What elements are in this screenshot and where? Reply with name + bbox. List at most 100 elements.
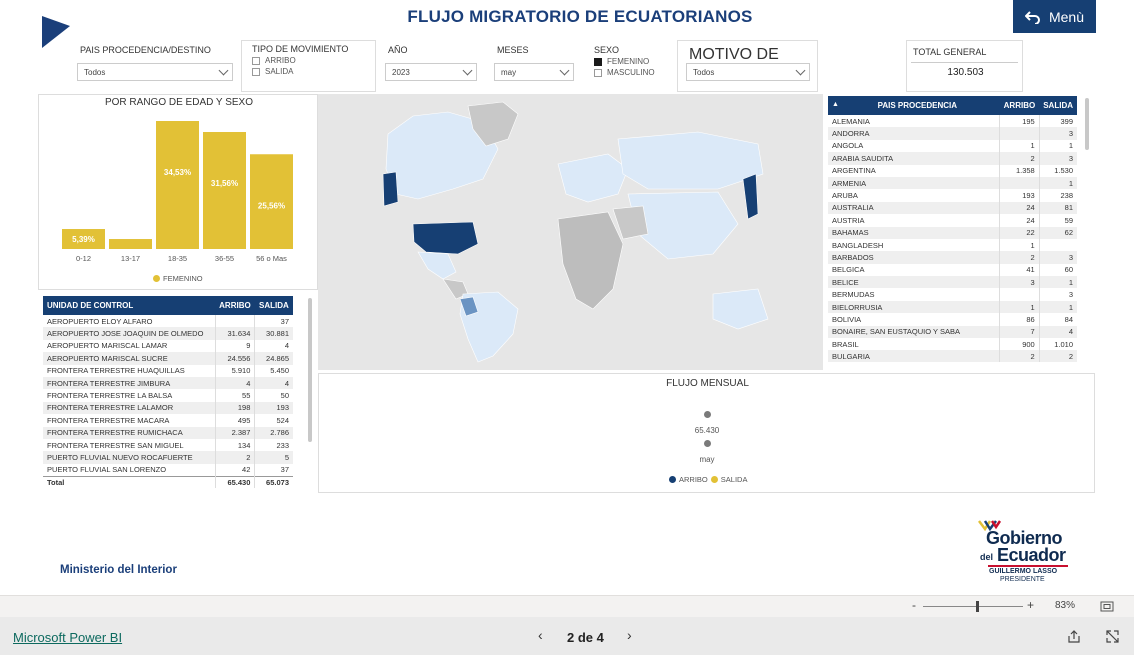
row-label: ARUBA — [832, 191, 858, 201]
row-salida: 50 — [254, 389, 293, 402]
fullscreen-icon[interactable] — [1106, 630, 1119, 643]
table-row[interactable]: BONAIRE, SAN EUSTAQUIO Y SABA 7 4 — [828, 325, 1077, 339]
map-russia[interactable] — [617, 131, 764, 190]
table-row[interactable]: FRONTERA TERRESTRE RUMICHACA 2.387 2.786 — [43, 426, 293, 439]
table-row[interactable]: FRONTERA TERRESTRE MACARA 495 524 — [43, 414, 293, 427]
world-map[interactable] — [318, 94, 823, 370]
fit-page-icon[interactable] — [1100, 601, 1114, 612]
col-unidad[interactable]: UNIDAD DE CONTROL — [43, 296, 215, 315]
total-label: TOTAL GENERAL — [913, 47, 987, 57]
anio-dropdown[interactable]: 2023 — [385, 63, 477, 81]
pais-dropdown[interactable]: Todos — [77, 63, 233, 81]
sexo-option-femenino[interactable]: FEMENINO — [594, 57, 655, 66]
sexo-option-masculino[interactable]: MASCULINO — [594, 68, 655, 77]
map-usa[interactable] — [412, 221, 479, 255]
table-row[interactable]: PUERTO FLUVIAL NUEVO ROCAFUERTE 2 5 — [43, 451, 293, 464]
row-arribo: 3 — [999, 276, 1040, 289]
table-row[interactable]: PUERTO FLUVIAL SAN LORENZO 42 37 — [43, 463, 293, 477]
row-label: FRONTERA TERRESTRE MACARA — [47, 415, 170, 425]
table-row[interactable]: FRONTERA TERRESTRE HUAQUILLAS 5.910 5.450 — [43, 364, 293, 377]
tipo-option-salida[interactable]: SALIDA — [252, 67, 365, 76]
table-row[interactable]: ARMENIA 1 — [828, 176, 1077, 190]
row-label: ANDORRA — [828, 127, 1000, 140]
pais-slicer-label: PAIS PROCEDENCIA/DESTINO — [80, 45, 211, 55]
flujo-point-arribo[interactable] — [704, 411, 711, 418]
prev-page-icon[interactable]: ‹ — [538, 627, 543, 643]
meses-slicer-label: MESES — [497, 45, 529, 55]
row-label: AEROPUERTO ELOY ALFARO — [47, 316, 153, 326]
zoom-in-button[interactable]: + — [1027, 598, 1034, 612]
menu-button[interactable]: Menù — [1013, 0, 1096, 33]
meses-dropdown[interactable]: may — [494, 63, 574, 81]
row-arribo: 24 — [999, 201, 1040, 215]
col-salida[interactable]: SALIDA — [1039, 96, 1077, 115]
map-mexico[interactable] — [417, 251, 457, 280]
table-row[interactable]: BELGICA 41 60 — [828, 263, 1077, 277]
row-label: BANGLADESH — [832, 240, 884, 250]
row-arribo: 134 — [214, 438, 255, 452]
age-bar[interactable] — [109, 239, 152, 249]
table-row[interactable]: BULGARIA 2 2 — [828, 350, 1077, 362]
table-row[interactable]: FRONTERA TERRESTRE SAN MIGUEL 134 233 — [43, 438, 293, 452]
table-row[interactable]: ARGENTINA 1.358 1.530 — [828, 164, 1077, 177]
table-row[interactable]: ANDORRA 3 — [828, 127, 1077, 140]
table-row[interactable]: BOLIVIA 86 84 — [828, 313, 1077, 326]
zoom-slider-track[interactable] — [923, 606, 1023, 607]
row-label: PUERTO FLUVIAL SAN LORENZO — [47, 465, 167, 475]
table-row[interactable]: AUSTRIA 24 59 — [828, 214, 1077, 227]
table-row[interactable]: BELICE 3 1 — [828, 276, 1077, 289]
row-arribo: 7 — [999, 325, 1040, 339]
next-page-icon[interactable]: › — [627, 627, 632, 643]
age-bar[interactable] — [203, 132, 246, 249]
powerbi-link[interactable]: Microsoft Power BI — [13, 630, 122, 645]
table-row[interactable]: AEROPUERTO JOSE JOAQUIN DE OLMEDO 31.634 3… — [43, 327, 293, 340]
map-alaska[interactable] — [382, 171, 399, 207]
share-icon[interactable] — [1067, 630, 1081, 643]
table-row[interactable]: FRONTERA TERRESTRE JIMBURA 4 4 — [43, 376, 293, 390]
table-row[interactable]: BRASIL 900 1.010 — [828, 338, 1077, 351]
table-row[interactable]: ANGOLA 1 1 — [828, 139, 1077, 153]
gob-president-title: PRESIDENTE — [1000, 576, 1045, 583]
table-row[interactable]: FRONTERA TERRESTRE LA BALSA 55 50 — [43, 389, 293, 402]
total-salida: 65.073 — [254, 475, 293, 489]
age-bar[interactable] — [156, 121, 199, 249]
legend-dot-icon — [669, 476, 676, 483]
col-arribo[interactable]: ARRIBO — [999, 96, 1040, 115]
table-row[interactable]: ARUBA 193 238 — [828, 189, 1077, 202]
unidad-scrollbar[interactable] — [308, 298, 312, 442]
col-arribo[interactable]: ARRIBO — [215, 296, 255, 315]
table-row[interactable]: ARABIA SAUDITA 2 3 — [828, 152, 1077, 165]
table-row[interactable]: AEROPUERTO MARISCAL SUCRE 24.556 24.865 — [43, 352, 293, 365]
table-row[interactable]: AEROPUERTO MARISCAL LAMAR 9 4 — [43, 339, 293, 353]
zoom-slider-thumb[interactable] — [976, 601, 979, 612]
tipo-option-arribo[interactable]: ARRIBO — [252, 56, 365, 65]
row-label: AUSTRIA — [832, 215, 865, 225]
map-africa[interactable] — [557, 211, 624, 310]
col-pais[interactable]: ▲ PAIS PROCEDENCIA — [828, 96, 1000, 115]
table-row[interactable]: AEROPUERTO ELOY ALFARO 37 — [43, 315, 293, 328]
map-far-east[interactable] — [742, 173, 759, 220]
gob-word3: Ecuador — [997, 545, 1066, 565]
table-row[interactable]: BIELORRUSIA 1 1 — [828, 300, 1077, 314]
paises-scrollbar[interactable] — [1085, 98, 1089, 150]
table-row[interactable]: AUSTRALIA 24 81 — [828, 201, 1077, 215]
table-row[interactable]: FRONTERA TERRESTRE LALAMOR 198 193 — [43, 401, 293, 415]
col-salida[interactable]: SALIDA — [254, 296, 293, 315]
map-europe[interactable] — [557, 153, 629, 203]
flujo-point-salida[interactable] — [704, 440, 711, 447]
row-label: FRONTERA TERRESTRE LALAMOR — [43, 401, 215, 415]
row-label: AUSTRALIA — [828, 201, 1000, 215]
row-arribo — [999, 288, 1040, 301]
table-row[interactable]: BAHAMAS 22 62 — [828, 226, 1077, 239]
zoom-out-button[interactable]: - — [912, 598, 916, 612]
row-arribo: 195 — [999, 115, 1040, 128]
motivo-dropdown[interactable]: Todos — [686, 63, 810, 81]
table-row[interactable]: BARBADOS 2 3 — [828, 251, 1077, 264]
page-title: FLUJO MIGRATORIO DE ECUATORIANOS — [407, 7, 753, 26]
row-arribo: 900 — [999, 338, 1040, 351]
map-australia[interactable] — [712, 288, 769, 330]
table-row[interactable]: ALEMANIA 195 399 — [828, 115, 1077, 128]
table-row[interactable]: BERMUDAS 3 — [828, 288, 1077, 301]
table-row[interactable]: BANGLADESH 1 — [828, 238, 1077, 252]
anio-dropdown-value: 2023 — [392, 67, 410, 77]
